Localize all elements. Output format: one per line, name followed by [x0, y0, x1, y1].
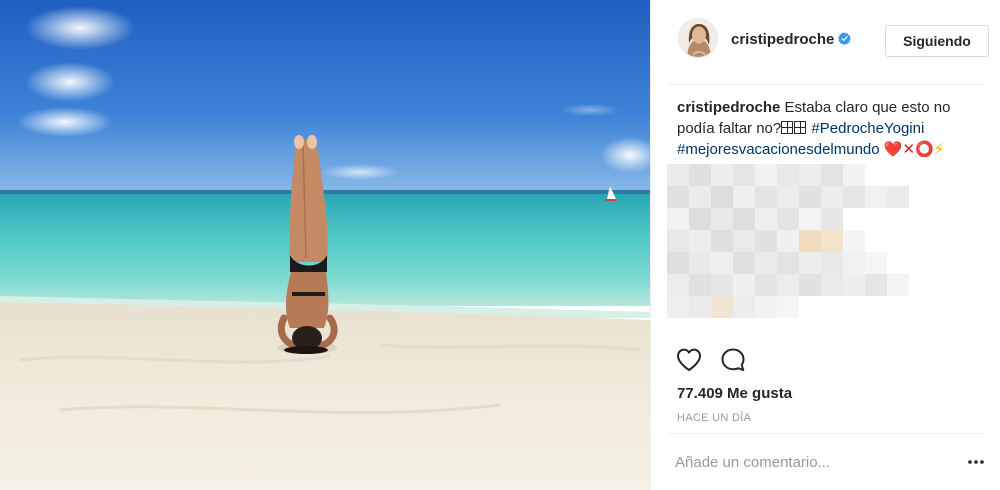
username-text[interactable]: cristipedroche: [731, 31, 834, 48]
comment-bubble-icon[interactable]: [719, 346, 747, 374]
caption-username[interactable]: cristipedroche: [677, 99, 780, 116]
post-caption: cristipedroche Estaba claro que esto no …: [677, 97, 987, 160]
post-side-panel: cristipedroche Siguiendo cristipedroche …: [650, 0, 1000, 490]
post-username[interactable]: cristipedroche: [731, 31, 852, 48]
hashtag-link[interactable]: #mejoresvacacionesdelmundo: [677, 141, 880, 158]
cross-emoji: ✕: [902, 141, 916, 158]
hashtag-link[interactable]: #PedrocheYogini: [811, 120, 924, 137]
circle-emoji: ⭕: [915, 141, 934, 158]
blurred-comments-image: [667, 164, 909, 318]
heart-outline-icon[interactable]: [675, 346, 703, 374]
pixelated-comments: [667, 160, 985, 340]
post-header: cristipedroche Siguiendo: [651, 0, 1000, 84]
post-timestamp[interactable]: HACE UN DÍA: [677, 412, 751, 424]
profile-picture: [679, 19, 717, 57]
post-photo[interactable]: [0, 0, 650, 490]
following-button[interactable]: Siguiendo: [885, 25, 989, 57]
heart-emoji: ❤️: [883, 141, 903, 158]
more-options-icon[interactable]: [967, 455, 985, 469]
unknown-glyph-icon: [794, 121, 807, 134]
lightning-emoji: ⚡: [933, 141, 945, 158]
comment-input[interactable]: [675, 447, 935, 477]
likes-count[interactable]: 77.409 Me gusta: [677, 385, 792, 402]
verified-badge-icon: [838, 32, 852, 45]
beach-headstand-image: [0, 0, 650, 490]
header-divider: [667, 84, 984, 85]
unknown-glyph-icon: [781, 121, 794, 134]
avatar[interactable]: [678, 18, 718, 58]
comment-divider: [667, 433, 984, 434]
